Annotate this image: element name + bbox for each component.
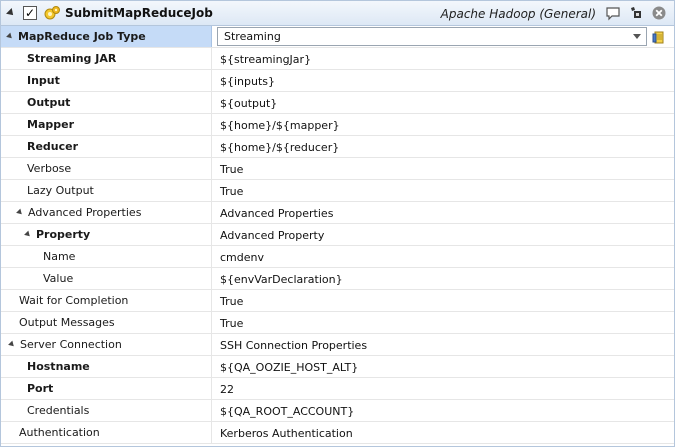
property-name-cell: Wait for Completion (1, 290, 212, 311)
property-name-cell: Verbose (1, 158, 212, 179)
property-row[interactable]: Name cmdenv (1, 246, 674, 268)
property-label: Name (43, 250, 76, 263)
property-row[interactable]: Mapper ${home}/${mapper} (1, 114, 674, 136)
property-row[interactable]: Property Advanced Property (1, 224, 674, 246)
close-icon[interactable] (651, 5, 667, 21)
property-row[interactable]: Authentication Kerberos Authentication (1, 422, 674, 444)
property-row[interactable]: Server Connection SSH Connection Properti… (1, 334, 674, 356)
save-icon[interactable] (628, 5, 644, 21)
property-name-cell: Property (1, 224, 212, 245)
property-label: Credentials (27, 404, 90, 417)
property-row[interactable]: Advanced Properties Advanced Properties (1, 202, 674, 224)
property-name-cell: Value (1, 268, 212, 289)
property-value[interactable]: 22 (213, 378, 674, 399)
job-type-value: Streaming (224, 30, 281, 43)
property-value[interactable]: ${QA_ROOT_ACCOUNT} (213, 400, 674, 421)
property-value[interactable]: ${output} (213, 92, 674, 113)
property-name-cell: Mapper (1, 114, 212, 135)
property-name-cell: Hostname (1, 356, 212, 377)
property-value[interactable]: cmdenv (213, 246, 674, 267)
property-label: Hostname (27, 360, 90, 373)
property-value[interactable]: ${envVarDeclaration} (213, 268, 674, 289)
property-label: Verbose (27, 162, 72, 175)
property-row[interactable]: Output ${output} (1, 92, 674, 114)
property-label: Server Connection (20, 338, 122, 351)
property-name-cell: Output (1, 92, 212, 113)
property-label: Authentication (19, 426, 100, 439)
property-value[interactable]: True (213, 312, 674, 333)
property-name-cell: Output Messages (1, 312, 212, 333)
property-value[interactable]: ${home}/${reducer} (213, 136, 674, 157)
chevron-down-icon[interactable] (6, 8, 16, 18)
property-row[interactable]: Streaming JAR ${streamingJar} (1, 48, 674, 70)
property-value[interactable]: True (213, 158, 674, 179)
step-properties-panel: ✓ SubmitMapReduceJob Apache Hadoop (Gene… (0, 0, 675, 447)
property-value[interactable]: ${QA_OOZIE_HOST_ALT} (213, 356, 674, 377)
property-value[interactable]: ${home}/${mapper} (213, 114, 674, 135)
property-value[interactable]: SSH Connection Properties (213, 334, 674, 355)
property-row[interactable]: Input ${inputs} (1, 70, 674, 92)
property-row-job-type[interactable]: MapReduce Job Type Streaming (1, 26, 674, 48)
property-name-cell: Credentials (1, 400, 212, 421)
property-rows: Streaming JAR ${streamingJar} Input ${input… (1, 48, 674, 444)
property-label: Property (36, 228, 91, 241)
expand-icon[interactable] (16, 208, 24, 216)
property-label: Wait for Completion (19, 294, 129, 307)
property-row[interactable]: Wait for Completion True (1, 290, 674, 312)
property-name-cell: Port (1, 378, 212, 399)
property-name-cell: Lazy Output (1, 180, 212, 201)
property-value[interactable]: Advanced Property (213, 224, 674, 245)
property-row[interactable]: Credentials ${QA_ROOT_ACCOUNT} (1, 400, 674, 422)
property-grid: MapReduce Job Type Streaming Streaming J… (1, 26, 674, 444)
property-label: Mapper (27, 118, 75, 131)
property-label: Streaming JAR (27, 52, 117, 65)
property-name-cell: Server Connection (1, 334, 212, 355)
property-label: Value (43, 272, 74, 285)
job-type-select[interactable]: Streaming (217, 27, 647, 46)
property-value[interactable]: True (213, 180, 674, 201)
property-row[interactable]: Reducer ${home}/${reducer} (1, 136, 674, 158)
step-title: SubmitMapReduceJob (65, 6, 213, 20)
property-row[interactable]: Output Messages True (1, 312, 674, 334)
comment-icon[interactable] (605, 5, 621, 21)
property-label: Output (27, 96, 71, 109)
property-name-cell: Name (1, 246, 212, 267)
variable-lookup-icon[interactable] (651, 29, 667, 45)
expand-icon[interactable] (8, 340, 16, 348)
service-name: Apache Hadoop (General) (440, 7, 596, 21)
property-label: Input (27, 74, 60, 87)
property-name-cell: Authentication (1, 422, 212, 443)
property-row[interactable]: Verbose True (1, 158, 674, 180)
property-name-cell: Input (1, 70, 212, 91)
property-label: Advanced Properties (28, 206, 142, 219)
step-enabled-checkbox[interactable]: ✓ (23, 6, 37, 20)
property-name-cell: Reducer (1, 136, 212, 157)
property-label: Output Messages (19, 316, 115, 329)
property-label: Lazy Output (27, 184, 94, 197)
property-row[interactable]: Value ${envVarDeclaration} (1, 268, 674, 290)
property-value[interactable]: ${streamingJar} (213, 48, 674, 69)
expand-icon[interactable] (24, 230, 32, 238)
property-name-cell: Streaming JAR (1, 48, 212, 69)
chevron-down-icon[interactable] (633, 34, 641, 39)
property-row[interactable]: Hostname ${QA_OOZIE_HOST_ALT} (1, 356, 674, 378)
property-row[interactable]: Lazy Output True (1, 180, 674, 202)
property-value[interactable]: Advanced Properties (213, 202, 674, 223)
property-row[interactable]: Port 22 (1, 378, 674, 400)
property-value[interactable]: Kerberos Authentication (213, 422, 674, 443)
property-value[interactable]: ${inputs} (213, 70, 674, 91)
property-value[interactable]: True (213, 290, 674, 311)
property-label: MapReduce Job Type (18, 30, 146, 43)
step-header: ✓ SubmitMapReduceJob Apache Hadoop (Gene… (1, 1, 674, 26)
property-label: Port (27, 382, 54, 395)
property-label: Reducer (27, 140, 79, 153)
expand-icon[interactable] (6, 32, 14, 40)
gear-icon (44, 6, 60, 20)
property-name-cell: Advanced Properties (1, 202, 212, 223)
